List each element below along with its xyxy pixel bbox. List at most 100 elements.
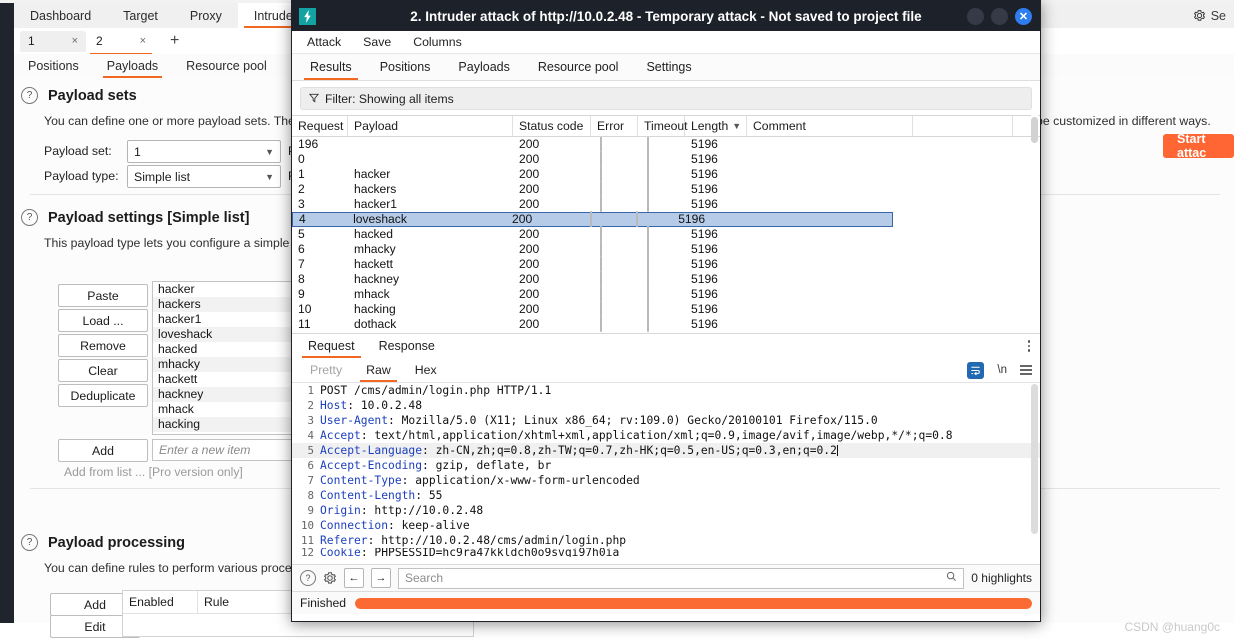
checkbox-error[interactable] bbox=[600, 226, 602, 242]
tab-resource-pool[interactable]: Resource pool bbox=[172, 54, 281, 78]
request-editor[interactable]: 1 POST /cms/admin/login.php HTTP/1.1 2 H… bbox=[292, 383, 1040, 564]
tab-request[interactable]: Request bbox=[296, 334, 367, 358]
table-row[interactable]: 0 200 5196 bbox=[292, 152, 1040, 167]
search-next-button[interactable]: → bbox=[371, 568, 391, 588]
menu-columns[interactable]: Columns bbox=[404, 35, 471, 49]
main-tab-target[interactable]: Target bbox=[107, 3, 174, 28]
table-row[interactable]: 7 hackett 200 5196 bbox=[292, 257, 1040, 272]
clear-button[interactable]: Clear bbox=[58, 359, 148, 382]
main-tab-proxy[interactable]: Proxy bbox=[174, 3, 238, 28]
main-tab-dashboard[interactable]: Dashboard bbox=[14, 3, 107, 28]
newline-toggle[interactable]: \n bbox=[997, 364, 1007, 376]
table-row[interactable]: 11 dothack 200 5196 bbox=[292, 317, 1040, 332]
overflow-menu-icon[interactable] bbox=[1028, 340, 1031, 352]
table-row[interactable]: 196 200 5196 bbox=[292, 137, 1040, 152]
results-scrollbar-thumb[interactable] bbox=[1031, 117, 1038, 143]
checkbox-error[interactable] bbox=[600, 301, 602, 317]
maximize-button[interactable] bbox=[991, 8, 1008, 25]
checkbox-timeout[interactable] bbox=[647, 256, 649, 272]
table-row[interactable]: 1 hacker 200 5196 bbox=[292, 167, 1040, 182]
close-icon[interactable]: × bbox=[72, 35, 78, 47]
checkbox-error[interactable] bbox=[600, 166, 602, 182]
paste-button[interactable]: Paste bbox=[58, 284, 148, 307]
filter-button[interactable]: Filter: Showing all items bbox=[300, 87, 1032, 110]
attack-tab-1[interactable]: 1 × bbox=[20, 31, 86, 52]
checkbox-timeout[interactable] bbox=[647, 181, 649, 197]
payload-type-select[interactable]: Simple list ▼ bbox=[127, 165, 281, 188]
table-row[interactable]: 9 mhack 200 5196 bbox=[292, 287, 1040, 302]
new-attack-tab-button[interactable]: + bbox=[164, 32, 185, 50]
checkbox-timeout[interactable] bbox=[647, 151, 649, 167]
checkbox-timeout[interactable] bbox=[647, 196, 649, 212]
deduplicate-button[interactable]: Deduplicate bbox=[58, 384, 148, 407]
global-settings-button[interactable]: Se bbox=[1193, 3, 1226, 28]
table-row[interactable]: 8 hackney 200 5196 bbox=[292, 272, 1040, 287]
load-button[interactable]: Load ... bbox=[58, 309, 148, 332]
minimize-button[interactable] bbox=[967, 8, 984, 25]
menu-save[interactable]: Save bbox=[354, 35, 400, 49]
checkbox-timeout[interactable] bbox=[636, 211, 638, 227]
column-comment[interactable]: Comment bbox=[747, 116, 913, 136]
format-tab-pretty[interactable]: Pretty bbox=[298, 358, 354, 382]
results-scrollbar[interactable] bbox=[1031, 115, 1038, 333]
table-row[interactable]: 6 mhacky 200 5196 bbox=[292, 242, 1040, 257]
modal-tab-results[interactable]: Results bbox=[296, 54, 366, 80]
table-row-selected[interactable]: 4 loveshack 200 5196 bbox=[292, 212, 893, 227]
checkbox-error[interactable] bbox=[600, 241, 602, 257]
column-timeout[interactable]: Timeout bbox=[638, 116, 685, 136]
table-row[interactable]: 3 hacker1 200 5196 bbox=[292, 197, 1040, 212]
checkbox-error[interactable] bbox=[600, 137, 602, 152]
gear-icon[interactable] bbox=[323, 571, 337, 585]
request-scrollbar-thumb[interactable] bbox=[1031, 384, 1038, 534]
request-scrollbar[interactable] bbox=[1031, 383, 1038, 564]
close-button[interactable]: ✕ bbox=[1015, 8, 1032, 25]
payload-set-select[interactable]: 1 ▼ bbox=[127, 140, 281, 163]
checkbox-error[interactable] bbox=[600, 181, 602, 197]
checkbox-timeout[interactable] bbox=[647, 166, 649, 182]
hamburger-icon[interactable] bbox=[1020, 365, 1032, 375]
checkbox-timeout[interactable] bbox=[647, 301, 649, 317]
checkbox-error[interactable] bbox=[600, 151, 602, 167]
checkbox-timeout[interactable] bbox=[647, 286, 649, 302]
format-tab-hex[interactable]: Hex bbox=[403, 358, 449, 382]
menu-attack[interactable]: Attack bbox=[298, 35, 350, 49]
checkbox-timeout[interactable] bbox=[647, 137, 649, 152]
column-enabled[interactable]: Enabled bbox=[123, 591, 198, 613]
checkbox-error[interactable] bbox=[600, 286, 602, 302]
column-error[interactable]: Error bbox=[591, 116, 638, 136]
magnifier-icon[interactable] bbox=[946, 571, 957, 585]
table-row[interactable]: 2 hackers 200 5196 bbox=[292, 182, 1040, 197]
modal-tab-settings[interactable]: Settings bbox=[632, 54, 705, 80]
checkbox-timeout[interactable] bbox=[647, 226, 649, 242]
checkbox-timeout[interactable] bbox=[647, 271, 649, 287]
word-wrap-icon[interactable] bbox=[967, 362, 984, 379]
attack-tab-2[interactable]: 2 × bbox=[88, 31, 154, 52]
modal-tab-positions[interactable]: Positions bbox=[366, 54, 445, 80]
checkbox-error[interactable] bbox=[600, 316, 602, 332]
checkbox-timeout[interactable] bbox=[647, 316, 649, 332]
checkbox-error[interactable] bbox=[590, 211, 592, 227]
checkbox-timeout[interactable] bbox=[647, 241, 649, 257]
checkbox-error[interactable] bbox=[600, 256, 602, 272]
modal-tab-payloads[interactable]: Payloads bbox=[444, 54, 523, 80]
search-prev-button[interactable]: ← bbox=[344, 568, 364, 588]
modal-title-bar[interactable]: 2. Intruder attack of http://10.0.2.48 -… bbox=[292, 1, 1040, 31]
modal-tab-resource-pool[interactable]: Resource pool bbox=[524, 54, 633, 80]
table-row[interactable]: 10 hacking 200 5196 bbox=[292, 302, 1040, 317]
tab-response[interactable]: Response bbox=[367, 334, 447, 358]
column-length[interactable]: Length ▼ bbox=[685, 116, 747, 136]
column-payload[interactable]: Payload bbox=[348, 116, 513, 136]
help-icon[interactable]: ? bbox=[21, 534, 38, 551]
checkbox-error[interactable] bbox=[600, 271, 602, 287]
column-status-code[interactable]: Status code bbox=[513, 116, 591, 136]
table-row[interactable]: 5 hacked 200 5196 bbox=[292, 227, 1040, 242]
close-icon[interactable]: × bbox=[140, 35, 146, 47]
column-rule[interactable]: Rule bbox=[198, 591, 229, 613]
help-icon[interactable]: ? bbox=[21, 209, 38, 226]
add-payload-button[interactable]: Add bbox=[58, 439, 148, 462]
remove-button[interactable]: Remove bbox=[58, 334, 148, 357]
column-request[interactable]: Request bbox=[292, 116, 348, 136]
tab-payloads[interactable]: Payloads bbox=[93, 54, 172, 78]
start-attack-button[interactable]: Start attac bbox=[1163, 134, 1234, 158]
tab-positions[interactable]: Positions bbox=[14, 54, 93, 78]
